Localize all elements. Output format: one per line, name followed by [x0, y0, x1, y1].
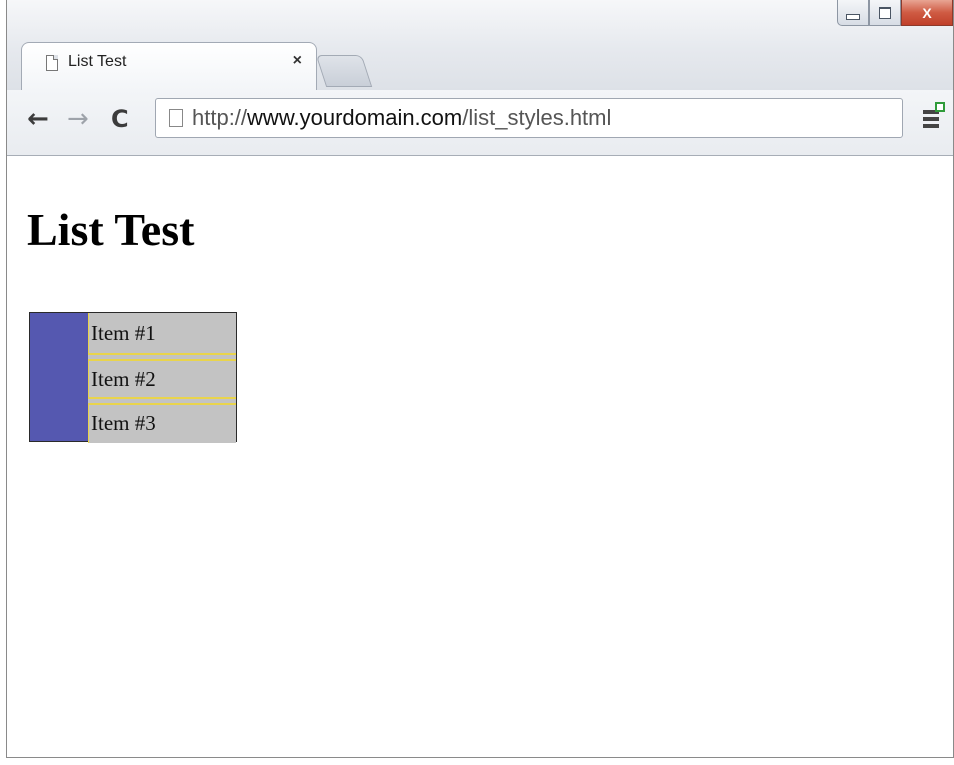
address-bar[interactable]: http://www.yourdomain.com/list_styles.ht… [155, 98, 903, 138]
menu-bar-line [923, 124, 939, 128]
update-badge-icon [935, 102, 945, 112]
forward-arrow-icon[interactable]: → [67, 104, 89, 134]
url-host: www.yourdomain.com [247, 105, 463, 130]
list-items: Item #1 Item #2 Item #3 [88, 313, 236, 443]
back-arrow-icon[interactable]: ← [27, 104, 49, 134]
minimize-icon [846, 13, 860, 20]
new-tab-button[interactable] [315, 55, 373, 87]
tab-title: List Test [68, 53, 127, 70]
url-scheme: http:// [192, 105, 248, 130]
close-window-button[interactable]: X [901, 0, 953, 26]
url-text[interactable]: http://www.yourdomain.com/list_styles.ht… [192, 105, 611, 131]
page-heading: List Test [27, 204, 195, 255]
browser-window: X List Test × ← → C http://www.yourdomai… [6, 0, 954, 758]
tab-list-test[interactable]: List Test × [21, 42, 317, 90]
browser-toolbar: ← → C http://www.yourdomain.com/list_sty… [7, 90, 953, 156]
page-favicon-icon [46, 55, 58, 71]
reload-icon[interactable]: C [111, 104, 129, 134]
close-icon: X [922, 4, 932, 21]
tab-close-button[interactable]: × [293, 52, 302, 70]
list-item: Item #3 [88, 403, 236, 443]
maximize-button[interactable] [869, 0, 901, 26]
list-item: Item #2 [88, 359, 236, 399]
menu-bar-line [923, 117, 939, 121]
url-path: /list_styles.html [462, 105, 612, 130]
window-controls: X [837, 0, 953, 30]
maximize-icon [879, 6, 891, 19]
styled-list: Item #1 Item #2 Item #3 [29, 312, 237, 443]
chrome-menu-icon[interactable] [923, 102, 945, 130]
minimize-button[interactable] [837, 0, 869, 26]
title-bar: X List Test × [7, 0, 953, 90]
list-item: Item #1 [88, 313, 236, 355]
page-content: List Test Item #1 Item #2 Item #3 [7, 157, 953, 757]
page-icon [169, 109, 183, 127]
